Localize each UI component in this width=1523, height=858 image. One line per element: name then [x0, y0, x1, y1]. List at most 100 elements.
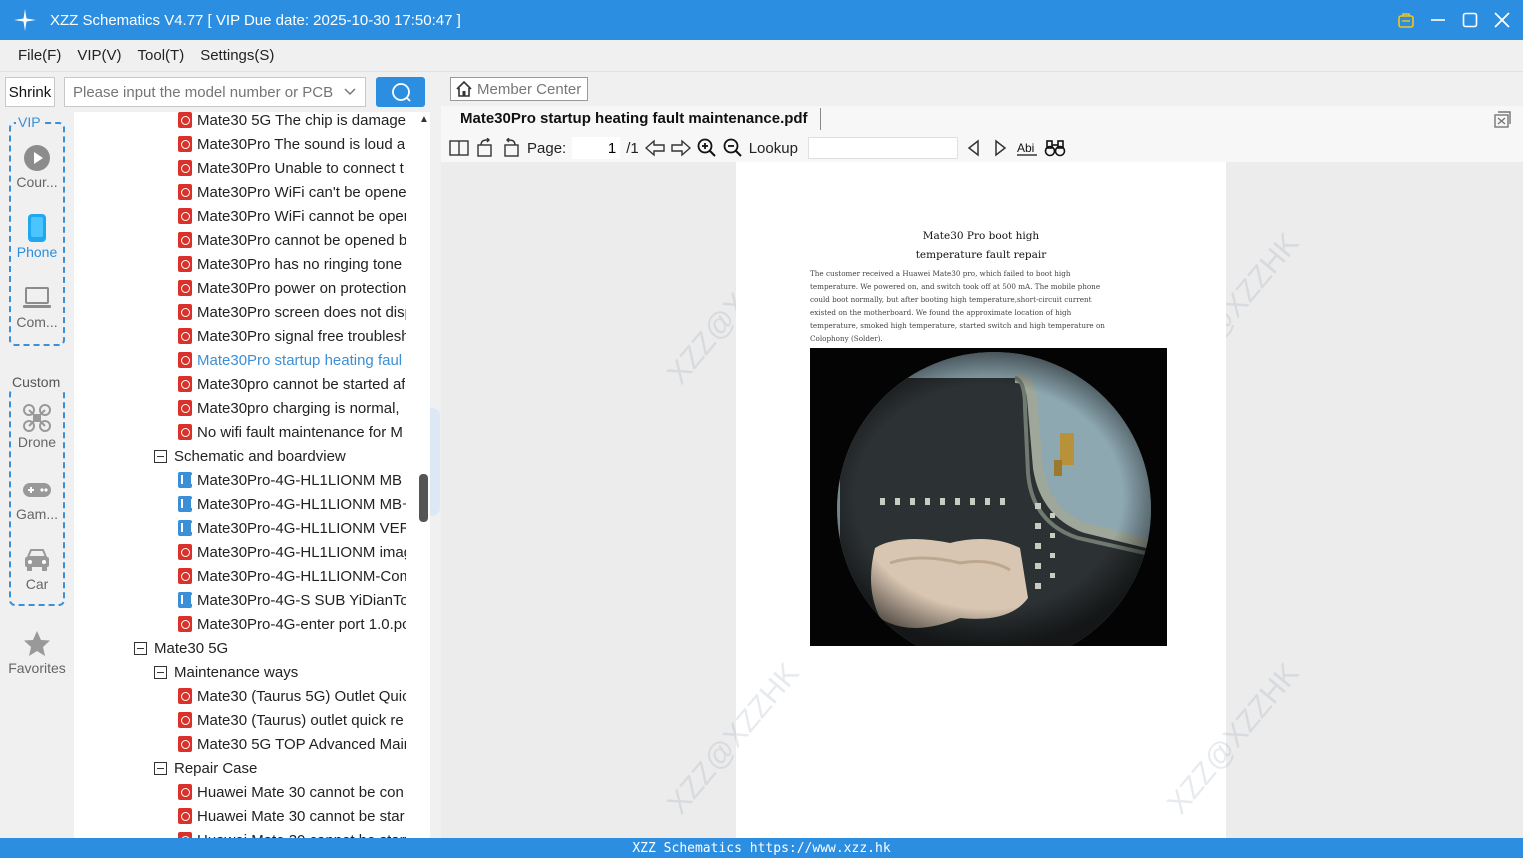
tree-document-row[interactable]: Mate30Pro signal free troublesh — [178, 324, 406, 348]
pdf-file-icon — [178, 376, 192, 392]
sidebar-item-computer[interactable]: Com... — [0, 282, 74, 330]
pdf-file-icon — [178, 136, 192, 152]
tree-document-row[interactable]: Mate30 (Taurus) outlet quick re — [178, 708, 406, 732]
chevron-down-icon[interactable] — [343, 84, 357, 102]
tree-folder-row[interactable]: Maintenance ways — [154, 660, 406, 684]
tree-document-row[interactable]: Mate30 5G TOP Advanced Main — [178, 732, 406, 756]
sidebar-item-car[interactable]: Car — [0, 544, 74, 592]
tree-document-row[interactable]: Mate30Pro Unable to connect t — [178, 156, 406, 180]
gamepad-icon — [22, 474, 52, 506]
tree-row-label: Mate30Pro-4G-S SUB YiDianTor — [197, 591, 406, 609]
page-number-input[interactable] — [572, 137, 621, 159]
scroll-up-icon[interactable]: ▲ — [419, 114, 429, 125]
tree-document-row[interactable]: Mate30Pro has no ringing tone — [178, 252, 406, 276]
member-center-button[interactable]: Member Center — [450, 77, 588, 101]
arrow-right-icon[interactable] — [671, 137, 691, 159]
pdf-viewer[interactable]: XZZ@XZZHK XZZ@XZZHK Mate30 Pro boot high… — [441, 162, 1523, 838]
pdf-file-icon — [178, 280, 192, 296]
tree-folder-row[interactable]: Schematic and boardview — [154, 444, 406, 468]
sidebar-item-courses[interactable]: Cour... — [0, 142, 74, 190]
tree-document-row[interactable]: Huawei Mate 30 cannot be con — [178, 780, 406, 804]
tree-document-row[interactable]: Mate30pro cannot be started af — [178, 372, 406, 396]
shrink-button[interactable]: Shrink — [5, 77, 55, 107]
zoom-out-icon[interactable] — [723, 137, 743, 159]
sidebar-item-label: Phone — [16, 244, 58, 260]
tree-row-label: Mate30Pro screen does not disp — [197, 303, 406, 321]
pdf-file-icon — [178, 232, 192, 248]
rotate-right-icon[interactable] — [501, 137, 521, 159]
tree-row-label: Mate30Pro-4G-HL1LIONM-Com — [197, 567, 406, 585]
pdf-file-icon — [178, 808, 192, 824]
collapse-toggle-icon[interactable] — [154, 665, 167, 679]
tree-document-row[interactable]: Mate30Pro WiFi can't be opene — [178, 180, 406, 204]
arrow-left-icon[interactable] — [644, 137, 665, 159]
tree-document-row[interactable]: Mate30 (Taurus 5G) Outlet Quic — [178, 684, 406, 708]
tab-active-document[interactable]: Mate30Pro startup heating fault maintena… — [460, 110, 808, 127]
zoom-in-icon[interactable] — [697, 137, 717, 159]
tree-document-row[interactable]: Mate30Pro-4G-HL1LIONM imag — [178, 540, 406, 564]
sidebar-item-drone[interactable]: Drone — [0, 402, 74, 450]
menu-file[interactable]: File(F) — [10, 47, 69, 64]
pdf-file-icon — [178, 688, 192, 704]
tree-document-row[interactable]: Mate30Pro cannot be opened b — [178, 228, 406, 252]
tree-document-row[interactable]: Huawei Mate 30 cannot be start — [178, 828, 406, 838]
tree-document-row[interactable]: Mate30Pro The sound is loud a — [178, 132, 406, 156]
collapse-handle[interactable] — [430, 408, 440, 516]
tree-document-row[interactable]: Mate30Pro-4G-HL1LIONM VER. — [178, 516, 406, 540]
tree-folder-row[interactable]: Mate30 5G — [134, 636, 406, 660]
lookup-label: Lookup — [748, 139, 798, 157]
close-icon[interactable] — [1491, 9, 1513, 31]
minimize-icon[interactable] — [1427, 9, 1449, 31]
tree-document-row[interactable]: Mate30Pro WiFi cannot be oper — [178, 204, 406, 228]
tree-document-row[interactable]: Mate30Pro-4G-HL1LIONM MB+ — [178, 492, 406, 516]
tree-document-row[interactable]: Mate30pro charging is normal, — [178, 396, 406, 420]
find-next-icon[interactable] — [990, 137, 1010, 159]
tree-folder-row[interactable]: Repair Case — [154, 756, 406, 780]
menu-tool[interactable]: Tool(T) — [130, 47, 193, 64]
collapse-toggle-icon[interactable] — [154, 761, 167, 775]
binoculars-icon[interactable] — [1044, 137, 1066, 159]
vip-group-label: VIP — [16, 114, 43, 130]
tree-document-row[interactable]: Mate30Pro-4G-S SUB YiDianTor — [178, 588, 406, 612]
close-tab-icon[interactable] — [1493, 111, 1511, 133]
sidebar-item-game[interactable]: Gam... — [0, 474, 74, 522]
menu-settings[interactable]: Settings(S) — [192, 47, 282, 64]
tree-document-row[interactable]: No wifi fault maintenance for M — [178, 420, 406, 444]
model-search-input[interactable] — [73, 83, 333, 101]
collapse-toggle-icon[interactable] — [134, 641, 147, 655]
document-tree: Mate30 5G The chip is damaged Mate30Pro T… — [74, 112, 430, 838]
vip-bag-icon[interactable] — [1395, 9, 1417, 31]
match-case-icon[interactable]: Abi — [1016, 137, 1038, 159]
maximize-icon[interactable] — [1459, 9, 1481, 31]
sidebar-item-favorites[interactable]: Favorites — [0, 628, 74, 676]
tree-document-row[interactable]: Huawei Mate 30 cannot be star — [178, 804, 406, 828]
rotate-left-icon[interactable] — [475, 137, 495, 159]
tree-row-label: Repair Case — [174, 759, 258, 777]
search-button[interactable] — [376, 77, 425, 107]
tree-document-row[interactable]: Mate30Pro-4G-HL1LIONM-Com — [178, 564, 406, 588]
pdf-file-icon — [178, 352, 192, 368]
menu-vip[interactable]: VIP(V) — [69, 47, 129, 64]
tree-document-row[interactable]: Mate30 5G The chip is damaged — [178, 112, 406, 132]
find-previous-icon[interactable] — [964, 137, 984, 159]
tree-document-row[interactable]: Mate30Pro-4G-HL1LIONM MB V — [178, 468, 406, 492]
window-title: XZZ Schematics V4.77 [ VIP Due date: 202… — [50, 11, 461, 29]
tree-document-row[interactable]: Mate30Pro power on protection — [178, 276, 406, 300]
pdf-file-icon — [178, 616, 192, 632]
tree-scrollbar-thumb[interactable] — [419, 474, 428, 522]
tree-row-label: Mate30 (Taurus) outlet quick re — [197, 711, 404, 729]
pane-splitter[interactable] — [430, 72, 440, 838]
tree-row-label: Mate30Pro The sound is loud a — [197, 135, 406, 153]
sidebar-item-phone[interactable]: Phone — [0, 212, 74, 260]
model-search-combobox[interactable] — [64, 77, 366, 107]
tree-document-row[interactable]: Mate30Pro screen does not disp — [178, 300, 406, 324]
collapse-toggle-icon[interactable] — [154, 449, 167, 463]
tree-document-row[interactable]: Mate30Pro-4G-enter port 1.0.pc — [178, 612, 406, 636]
two-page-view-icon[interactable] — [449, 137, 469, 159]
title-bar: XZZ Schematics V4.77 [ VIP Due date: 202… — [0, 0, 1523, 40]
tree-row-label: Mate30Pro-4G-enter port 1.0.pc — [197, 615, 406, 633]
doc-body-line: temperature. We powered on, and switch t… — [810, 282, 1101, 291]
tree-row-label: Mate30Pro signal free troublesh — [197, 327, 406, 345]
tree-document-row[interactable]: Mate30Pro startup heating faul — [178, 348, 406, 372]
lookup-input[interactable] — [807, 137, 958, 159]
